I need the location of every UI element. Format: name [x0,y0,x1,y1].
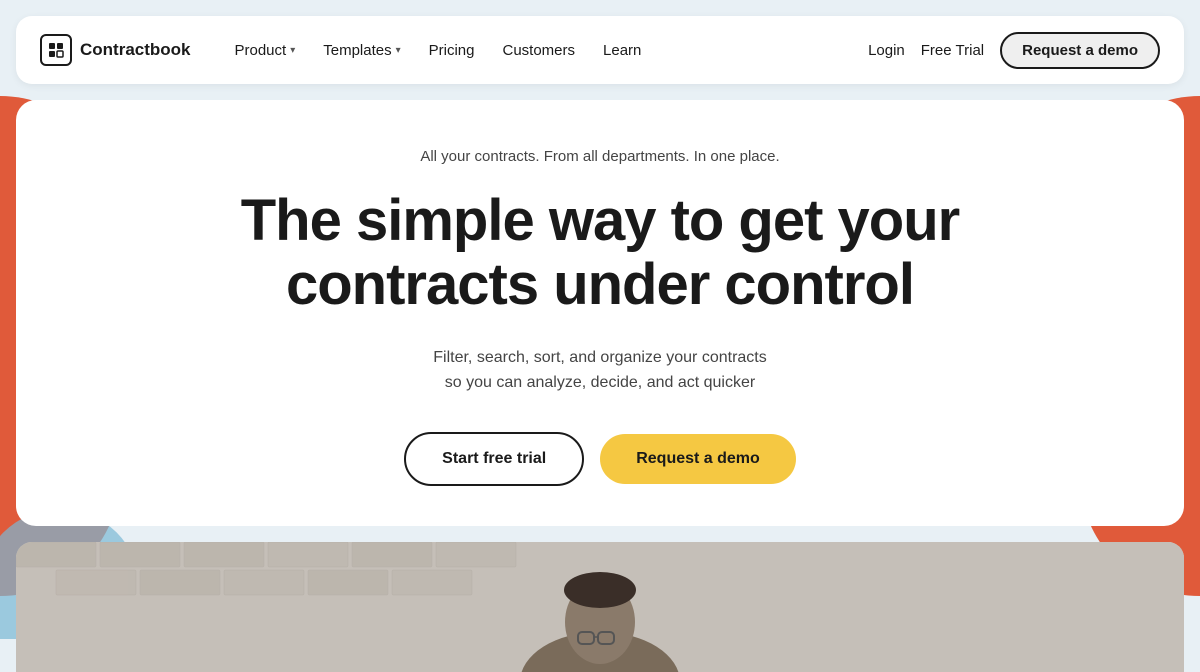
hero-section: All your contracts. From all departments… [16,100,1184,526]
hero-request-demo-button[interactable]: Request a demo [600,434,796,484]
hero-image-section [16,542,1184,672]
product-chevron-icon: ▾ [290,45,295,56]
nav-item-learn[interactable]: Learn [591,34,653,67]
hero-title-line2: contracts under control [286,252,914,317]
nav-product-label: Product [235,42,287,59]
logo[interactable]: Contractbook [40,34,191,66]
hero-description: Filter, search, sort, and organize your … [56,345,1144,396]
nav-links: Product ▾ Templates ▾ Pricing Customers … [223,34,654,67]
navbar-right: Login Free Trial Request a demo [868,32,1160,69]
background-illustration [16,542,1184,672]
navbar-left: Contractbook Product ▾ Templates ▾ Prici… [40,34,653,67]
nav-learn-label: Learn [603,42,641,59]
hero-title: The simple way to get your contracts und… [56,189,1144,317]
login-link[interactable]: Login [868,42,905,59]
nav-templates-label: Templates [323,42,391,59]
templates-chevron-icon: ▾ [396,45,401,56]
nav-customers-label: Customers [503,42,576,59]
nav-item-customers[interactable]: Customers [491,34,588,67]
logo-icon [40,34,72,66]
hero-desc-line1: Filter, search, sort, and organize your … [433,349,766,366]
logo-text: Contractbook [80,40,191,60]
nav-item-product[interactable]: Product ▾ [223,34,308,67]
nav-item-pricing[interactable]: Pricing [417,34,487,67]
navbar: Contractbook Product ▾ Templates ▾ Prici… [16,16,1184,84]
hero-subtitle: All your contracts. From all departments… [56,148,1144,165]
nav-item-templates[interactable]: Templates ▾ [311,34,412,67]
request-demo-button[interactable]: Request a demo [1000,32,1160,69]
hero-desc-line2: so you can analyze, decide, and act quic… [445,374,755,391]
hero-image [16,542,1184,672]
hero-title-line1: The simple way to get your [241,188,959,253]
start-trial-button[interactable]: Start free trial [404,432,584,486]
free-trial-link[interactable]: Free Trial [921,42,984,59]
nav-pricing-label: Pricing [429,42,475,59]
hero-buttons: Start free trial Request a demo [56,432,1144,486]
